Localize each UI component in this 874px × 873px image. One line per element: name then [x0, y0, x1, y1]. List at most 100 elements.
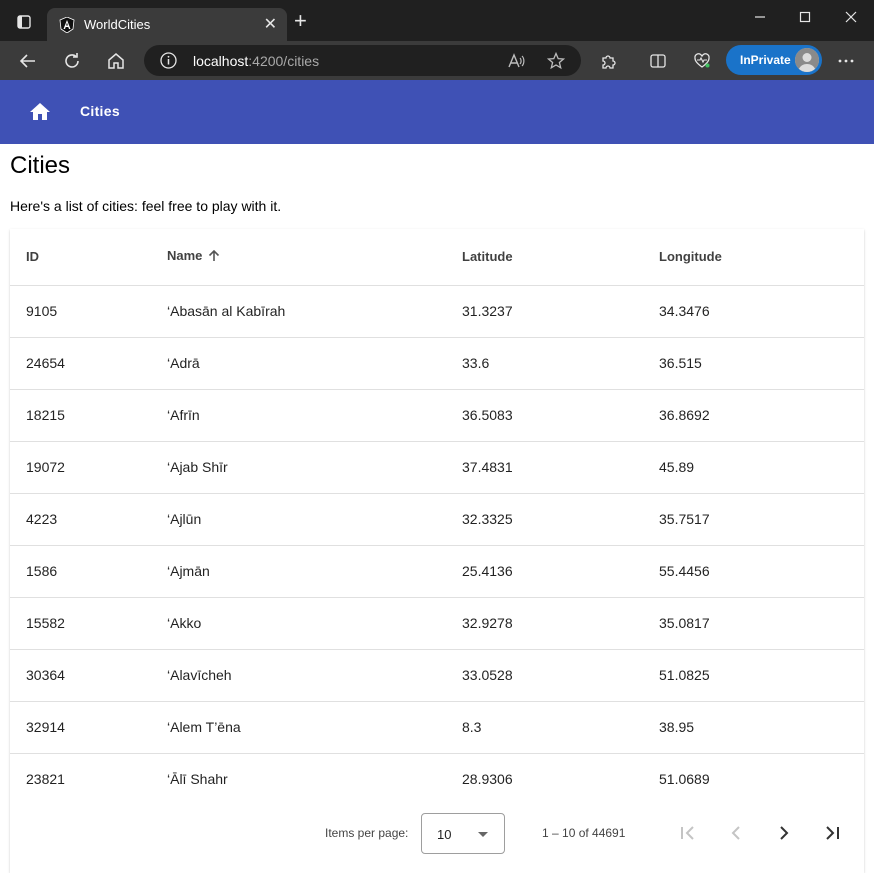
cell-id: 4223 [10, 493, 167, 546]
tab-close-icon[interactable]: ✕ [264, 14, 277, 34]
angular-logo-icon [59, 16, 75, 34]
extensions-icon[interactable] [597, 49, 621, 73]
cell-latitude: 25.4136 [462, 545, 659, 598]
url-host: localhost [193, 53, 249, 69]
header-name-label: Name [167, 248, 203, 264]
page-size-select[interactable]: 10 [421, 813, 505, 854]
cities-table-card: ID Name Latitude Longitude 9105 ‘Abasān a… [10, 229, 864, 873]
table-row: 1586 ‘Ajmān 25.4136 55.4456 [10, 545, 864, 598]
header-latitude-label: Latitude [462, 249, 513, 265]
cell-id: 30364 [10, 649, 167, 702]
cell-name: ‘Ajmān [167, 545, 462, 598]
cell-longitude: 45.89 [659, 441, 864, 494]
window-close-icon[interactable] [845, 10, 857, 27]
browser-tab-active[interactable]: WorldCities ✕ [47, 8, 287, 41]
cities-table: ID Name Latitude Longitude 9105 ‘Abasān a… [10, 229, 864, 806]
cell-longitude: 34.3476 [659, 285, 864, 338]
cell-name: ‘Adrā [167, 337, 462, 390]
cell-longitude: 55.4456 [659, 545, 864, 598]
table-row: 15582 ‘Akko 32.9278 35.0817 [10, 597, 864, 650]
minimize-icon[interactable] [754, 10, 766, 27]
favorite-star-icon[interactable] [544, 49, 568, 73]
range-label: 1 – 10 of 44691 [542, 826, 626, 840]
nav-link-cities[interactable]: Cities [80, 103, 120, 119]
read-aloud-icon[interactable] [504, 49, 528, 73]
items-per-page-label: Items per page: [325, 826, 409, 840]
back-icon[interactable] [16, 49, 40, 73]
cell-id: 23821 [10, 753, 167, 806]
cell-latitude: 32.9278 [462, 597, 659, 650]
cell-latitude: 33.6 [462, 337, 659, 390]
table-row: 32914 ‘Alem T’ēna 8.3 38.95 [10, 701, 864, 754]
url-text: localhost:4200/cities [193, 53, 319, 69]
cell-longitude: 36.515 [659, 337, 864, 390]
tab-title: WorldCities [84, 17, 151, 32]
cell-name: ‘Afrīn [167, 389, 462, 442]
cell-id: 9105 [10, 285, 167, 338]
intro-text: Here's a list of cities: feel free to pl… [10, 198, 282, 214]
maximize-icon[interactable] [799, 10, 811, 27]
header-longitude[interactable]: Longitude [659, 229, 864, 286]
cell-latitude: 36.5083 [462, 389, 659, 442]
split-screen-icon[interactable] [646, 49, 670, 73]
cell-name: ‘Alavīcheh [167, 649, 462, 702]
cell-latitude: 37.4831 [462, 441, 659, 494]
cell-name: ‘Ajab Shīr [167, 441, 462, 494]
cell-longitude: 38.95 [659, 701, 864, 754]
cell-name: ‘Akko [167, 597, 462, 650]
cell-name: ‘Alem T’ēna [167, 701, 462, 754]
new-tab-icon[interactable]: + [294, 10, 307, 32]
sort-arrow-up-icon [208, 249, 220, 265]
header-name[interactable]: Name [167, 229, 462, 286]
inprivate-label: InPrivate [740, 53, 791, 67]
cell-longitude: 51.0825 [659, 649, 864, 702]
cell-name: ‘Ālī Shahr [167, 753, 462, 806]
site-info-icon[interactable] [160, 52, 177, 69]
cell-id: 32914 [10, 701, 167, 754]
tab-actions-icon[interactable] [17, 15, 31, 34]
address-bar[interactable]: localhost:4200/cities [144, 45, 581, 76]
browser-toolbar: localhost:4200/cities InPrivate [0, 41, 874, 80]
cell-name: ‘Ajlūn [167, 493, 462, 546]
table-row: 4223 ‘Ajlūn 32.3325 35.7517 [10, 493, 864, 546]
dropdown-arrow-icon [478, 832, 488, 837]
title-bar: WorldCities ✕ + [0, 0, 874, 41]
cell-longitude: 35.0817 [659, 597, 864, 650]
cell-name: ‘Abasān al Kabīrah [167, 285, 462, 338]
last-page-icon[interactable] [820, 821, 844, 845]
url-path: :4200/cities [248, 53, 320, 69]
previous-page-icon[interactable] [724, 821, 748, 845]
cell-latitude: 33.0528 [462, 649, 659, 702]
cell-id: 24654 [10, 337, 167, 390]
cell-id: 15582 [10, 597, 167, 650]
cell-id: 1586 [10, 545, 167, 598]
table-row: 23821 ‘Ālī Shahr 28.9306 51.0689 [10, 753, 864, 806]
page-title: Cities [10, 152, 71, 179]
cell-longitude: 36.8692 [659, 389, 864, 442]
next-page-icon[interactable] [772, 821, 796, 845]
header-latitude[interactable]: Latitude [462, 229, 659, 286]
table-row: 24654 ‘Adrā 33.6 36.515 [10, 337, 864, 390]
cell-latitude: 31.3237 [462, 285, 659, 338]
more-options-icon[interactable] [834, 49, 858, 73]
table-row: 18215 ‘Afrīn 36.5083 36.8692 [10, 389, 864, 442]
app-toolbar: Cities [0, 80, 874, 144]
inprivate-button[interactable]: InPrivate [726, 45, 822, 75]
first-page-icon[interactable] [676, 821, 700, 845]
cell-longitude: 51.0689 [659, 753, 864, 806]
table-row: 19072 ‘Ajab Shīr 37.4831 45.89 [10, 441, 864, 494]
browser-window: WorldCities ✕ + localhost:4200/cities In… [0, 0, 874, 873]
cell-latitude: 28.9306 [462, 753, 659, 806]
refresh-icon[interactable] [60, 49, 84, 73]
cell-latitude: 8.3 [462, 701, 659, 754]
cell-id: 19072 [10, 441, 167, 494]
browser-essentials-icon[interactable] [690, 49, 714, 73]
cell-latitude: 32.3325 [462, 493, 659, 546]
header-longitude-label: Longitude [659, 249, 722, 265]
app-home-icon[interactable] [28, 100, 52, 124]
page-size-value: 10 [437, 827, 452, 842]
header-id-label: ID [26, 249, 39, 265]
cell-longitude: 35.7517 [659, 493, 864, 546]
home-icon[interactable] [104, 49, 128, 73]
header-id[interactable]: ID [10, 229, 167, 286]
